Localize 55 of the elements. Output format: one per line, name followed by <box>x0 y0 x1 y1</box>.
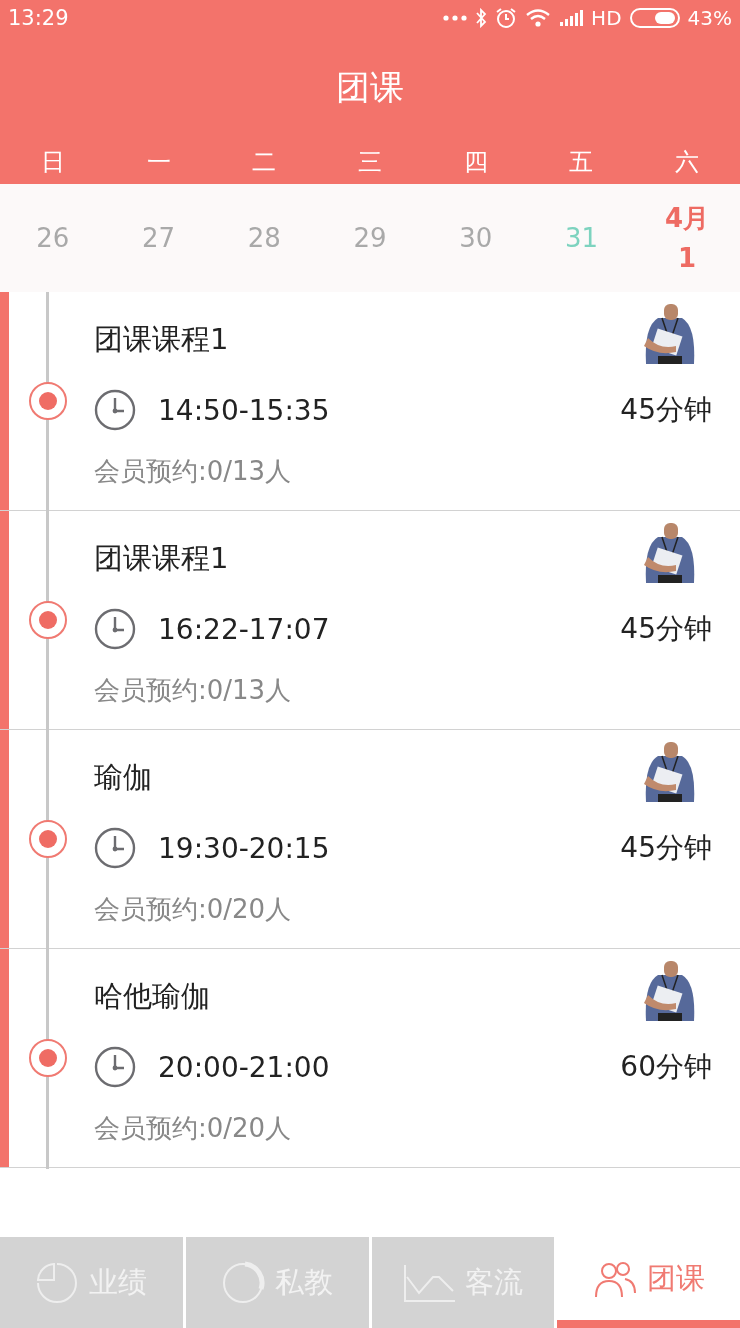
timeline-dot-icon <box>28 600 68 640</box>
class-duration: 45分钟 <box>620 830 712 866</box>
class-name: 团课课程1 <box>94 540 229 577</box>
class-time: 20:00-21:00 <box>158 1050 330 1084</box>
date-item[interactable]: 27 <box>142 218 176 258</box>
date-item[interactable]: 29 <box>353 218 387 258</box>
date-item[interactable]: 31 <box>564 218 598 258</box>
clock-icon <box>94 389 136 431</box>
wifi-icon <box>525 8 552 28</box>
status-time: 13:29 <box>8 6 69 30</box>
date-item[interactable]: 30 <box>459 218 493 258</box>
clock-icon <box>94 827 136 869</box>
booking-count: 会员预约:0/20人 <box>94 893 293 926</box>
class-card[interactable]: 哈他瑜伽 20:00-21:00 60分钟 会员预约:0/20人 <box>0 949 740 1168</box>
booking-count: 会员预约:0/20人 <box>94 1112 293 1145</box>
class-time: 14:50-15:35 <box>158 393 330 427</box>
weekday-label: 二 <box>252 147 277 178</box>
date-item[interactable]: 28 <box>247 218 281 258</box>
more-dots-icon <box>443 14 468 22</box>
class-name: 团课课程1 <box>94 321 229 358</box>
clock-icon <box>94 1046 136 1088</box>
class-name: 哈他瑜伽 <box>94 978 210 1015</box>
weekday-label: 五 <box>569 147 594 178</box>
battery-icon <box>629 8 680 28</box>
bluetooth-icon <box>475 8 488 28</box>
network-type: HD <box>591 6 622 30</box>
timeline-dot-icon <box>28 1038 68 1078</box>
class-duration: 45分钟 <box>620 392 712 428</box>
weekday-label: 一 <box>146 147 171 178</box>
booking-count: 会员预约:0/13人 <box>94 674 293 707</box>
page-title: 团课 <box>335 66 405 109</box>
weekday-label: 四 <box>463 147 488 178</box>
line-chart-icon <box>402 1262 455 1303</box>
booking-count: 会员预约:0/13人 <box>94 455 293 488</box>
pie-chart-icon <box>35 1260 80 1305</box>
weekday-label: 日 <box>40 147 65 178</box>
alarm-clock-icon <box>495 7 518 29</box>
class-time: 16:22-17:07 <box>158 612 330 646</box>
class-card[interactable]: 团课课程1 14:50-15:35 45分钟 会员预约:0/13人 <box>0 292 740 511</box>
class-card[interactable]: 瑜伽 19:30-20:15 45分钟 会员预约:0/20人 <box>0 730 740 949</box>
class-card[interactable]: 团课课程1 16:22-17:07 45分钟 会员预约:0/13人 <box>0 511 740 730</box>
clock-icon <box>94 608 136 650</box>
date-item[interactable]: 26 <box>36 218 70 258</box>
class-name: 瑜伽 <box>94 759 152 796</box>
weekday-label: 六 <box>675 147 700 178</box>
signal-icon <box>559 9 584 27</box>
battery-percent: 43% <box>687 6 732 30</box>
ring-chart-icon <box>221 1260 266 1305</box>
date-item[interactable]: 4月 1 <box>665 198 710 278</box>
timeline-dot-icon <box>28 381 68 421</box>
timeline-dot-icon <box>28 819 68 859</box>
class-duration: 60分钟 <box>620 1049 712 1085</box>
class-time: 19:30-20:15 <box>158 831 330 865</box>
weekday-label: 三 <box>358 147 382 178</box>
class-duration: 45分钟 <box>620 611 712 647</box>
